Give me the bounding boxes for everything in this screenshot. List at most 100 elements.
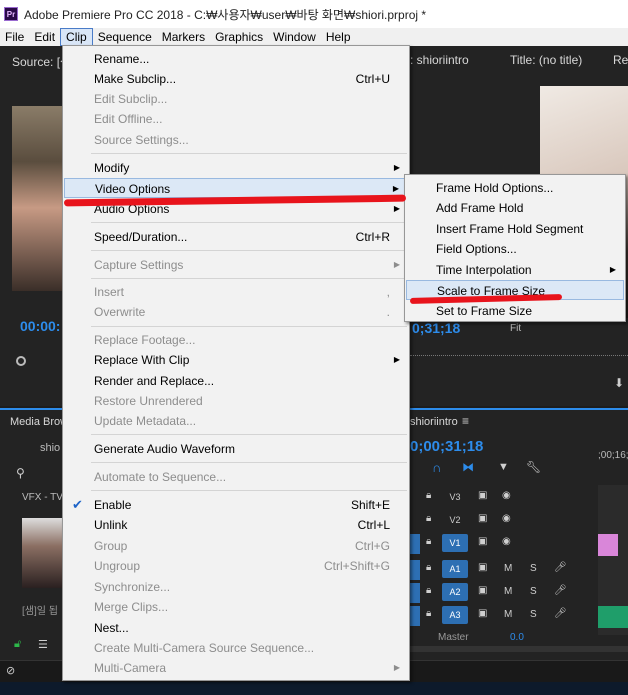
menu-item-edit-subclip[interactable]: Edit Subclip... [64,89,408,109]
menu-sequence[interactable]: Sequence [93,28,157,46]
menu-item-render-and-replace[interactable]: Render and Replace... [64,371,408,391]
film-icon[interactable]: ▣ [478,608,487,619]
lock-icon[interactable]: 🔒︎ [426,608,431,619]
microphone-icon[interactable]: 🎤︎ [554,585,567,596]
sequence-timecode[interactable]: 0;00;31;18 [410,438,483,455]
menu-item-ungroup[interactable]: Ungroup Ctrl+Shift+G [64,556,408,576]
menu-file[interactable]: File [0,28,29,46]
menu-item-group[interactable]: Group Ctrl+G [64,536,408,556]
submenu-item-add-frame-hold[interactable]: Add Frame Hold [406,198,624,218]
submenu-item-time-interpolation[interactable]: Time Interpolation ▶ [406,260,624,280]
menu-item-unlink[interactable]: Unlink Ctrl+L [64,515,408,535]
source-patch-a1[interactable] [410,560,420,580]
menu-item-overwrite[interactable]: Overwrite. [64,302,408,322]
menu-item-replace-footage[interactable]: Replace Footage... [64,330,408,350]
program-timecode[interactable]: 0;31;18 [412,320,460,336]
linked-selection-icon[interactable]: ⧓ [462,460,474,474]
track-label[interactable]: A3 [442,606,468,624]
film-icon[interactable]: ▣ [478,536,487,547]
film-icon[interactable]: ▣ [478,490,487,501]
source-patch-a2[interactable] [410,583,420,603]
track-label[interactable]: V3 [442,488,468,506]
menu-edit[interactable]: Edit [29,28,60,46]
submenu-item-insert-frame-hold-segment[interactable]: Insert Frame Hold Segment [406,219,624,239]
submenu-item-set-to-frame-size[interactable]: Set to Frame Size [406,301,624,321]
menu-window[interactable]: Window [268,28,321,46]
program-tab[interactable]: m: shioriintro [400,53,469,67]
program-ruler[interactable] [410,346,628,356]
timeline-scrollbar[interactable] [410,646,628,652]
source-playhead-icon[interactable] [16,356,26,366]
lock-icon[interactable]: 🔒︎ [426,585,431,596]
media-browser-tab[interactable]: Media Brow [10,416,68,428]
source-patch-v1[interactable] [410,534,420,554]
clip-thumbnail[interactable] [22,518,62,588]
solo-button[interactable]: S [530,609,537,620]
submenu-item-field-options[interactable]: Field Options... [406,239,624,259]
film-icon[interactable]: ▣ [478,562,487,573]
marker-icon[interactable]: ▼ [498,461,509,473]
menu-item-edit-offline[interactable]: Edit Offline... [64,109,408,129]
list-view-icon[interactable]: ☰ [38,638,48,651]
film-icon[interactable]: ▣ [478,513,487,524]
menu-item-nest[interactable]: Nest... [64,618,408,638]
wrench-icon[interactable]: 🔧︎ [526,460,541,474]
mute-button[interactable]: M [504,609,512,620]
lock-icon[interactable]: 🔒︎ [426,490,431,501]
microphone-icon[interactable]: 🎤︎ [554,562,567,573]
menu-item-automate-to-sequence[interactable]: Automate to Sequence... [64,467,408,487]
menu-help[interactable]: Help [321,28,356,46]
menu-item-source-settings[interactable]: Source Settings... [64,130,408,150]
eye-icon[interactable]: ◉ [502,490,511,501]
menu-item-capture-settings[interactable]: Capture Settings ▶ [64,255,408,275]
film-icon[interactable]: ▣ [478,585,487,596]
solo-button[interactable]: S [530,586,537,597]
v1-clip[interactable] [598,534,618,556]
menu-item-make-subclip[interactable]: Make Subclip... Ctrl+U [64,69,408,89]
menu-item-generate-audio-waveform[interactable]: Generate Audio Waveform [64,439,408,459]
reference-tab[interactable]: Re [613,53,628,67]
menu-item-synchronize[interactable]: Synchronize... [64,577,408,597]
lock-icon[interactable]: 🔒︎ [426,536,431,547]
a3-clip[interactable] [598,606,628,628]
vfx-bin[interactable]: VFX - TV [22,492,63,503]
menu-item-modify[interactable]: Modify ▶ [64,158,408,178]
lock-icon[interactable]: 🔓︎ [14,638,21,651]
menu-item-multi-camera[interactable]: Multi-Camera ▶ [64,658,408,678]
eye-icon[interactable]: ◉ [502,513,511,524]
track-label[interactable]: V1 [442,534,468,552]
track-label[interactable]: V2 [442,511,468,529]
menu-item-enable[interactable]: ✔ Enable Shift+E [64,495,408,515]
export-frame-icon[interactable]: ⬇ [614,376,624,390]
mute-button[interactable]: M [504,563,512,574]
microphone-icon[interactable]: 🎤︎ [554,608,567,619]
sequence-tab[interactable]: shioriintro [410,416,458,428]
track-label[interactable]: A2 [442,583,468,601]
snap-icon[interactable]: ∩ [432,460,441,475]
source-patch-a3[interactable] [410,606,420,626]
mute-button[interactable]: M [504,586,512,597]
menu-clip[interactable]: Clip [60,28,93,46]
menu-item-update-metadata[interactable]: Update Metadata... [64,411,408,431]
eye-icon[interactable]: ◉ [502,536,511,547]
menu-item-replace-with-clip[interactable]: Replace With Clip ▶ [64,350,408,370]
track-label[interactable]: A1 [442,560,468,578]
search-icon[interactable]: ⚲ [16,466,25,480]
lock-icon[interactable]: 🔒︎ [426,513,431,524]
lock-icon[interactable]: 🔒︎ [426,562,431,573]
menu-item-restore-unrendered[interactable]: Restore Unrendered [64,391,408,411]
menu-item-speed-duration[interactable]: Speed/Duration... Ctrl+R [64,227,408,247]
menu-graphics[interactable]: Graphics [210,28,268,46]
menu-item-merge-clips[interactable]: Merge Clips... [64,597,408,617]
source-timecode[interactable]: 00:00: [20,318,60,334]
title-tab[interactable]: Title: (no title) [510,53,582,67]
sequence-menu-icon[interactable]: ≡ [462,414,469,428]
solo-button[interactable]: S [530,563,537,574]
menu-markers[interactable]: Markers [157,28,210,46]
submenu-item-frame-hold-options[interactable]: Frame Hold Options... [406,178,624,198]
menu-item-rename[interactable]: Rename... [64,49,408,69]
fit-dropdown[interactable]: Fit [510,323,521,334]
menu-item-create-multi-camera[interactable]: Create Multi-Camera Source Sequence... [64,638,408,658]
menu-item-insert[interactable]: Insert, [64,282,408,302]
master-value[interactable]: 0.0 [510,632,524,643]
